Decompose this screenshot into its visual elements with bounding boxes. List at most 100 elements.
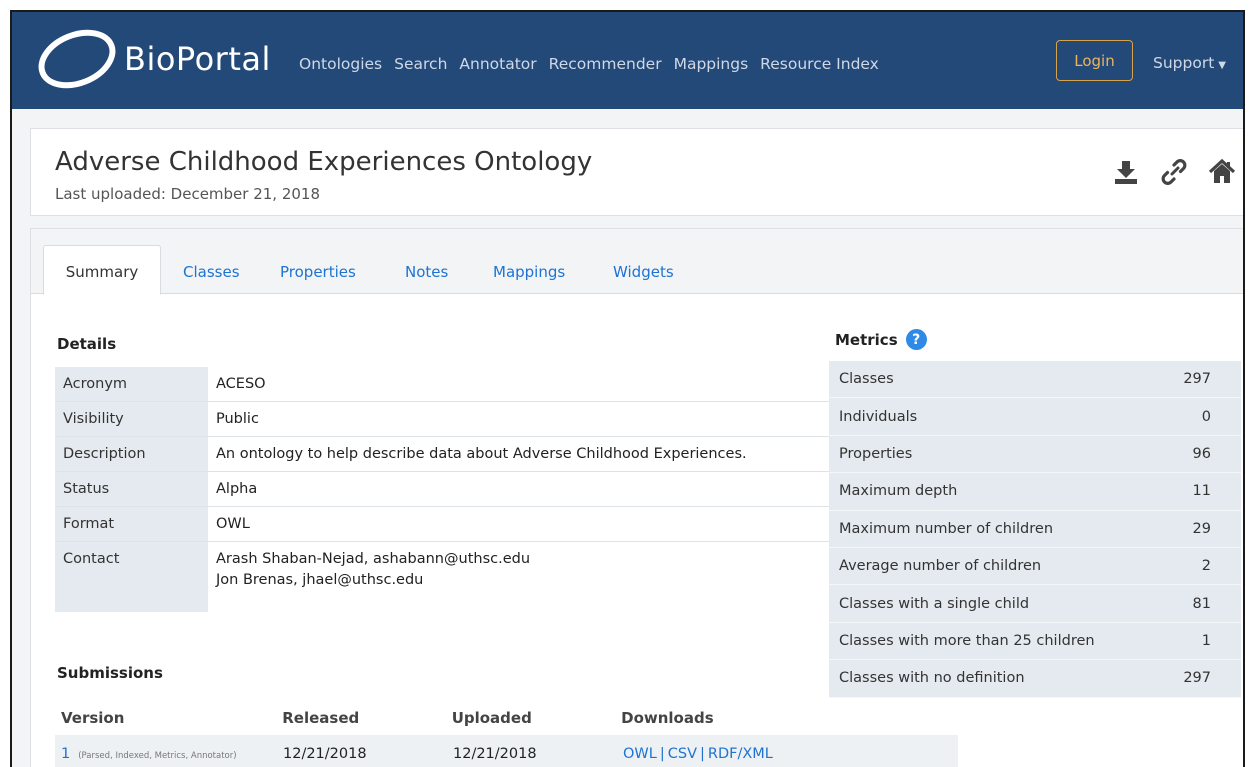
nav-annotator[interactable]: Annotator (459, 55, 536, 73)
content-panel: Summary Classes Properties Notes Mapping… (30, 228, 1243, 767)
uploaded-cell: 12/21/2018 (453, 745, 537, 762)
metric-value: 11 (1192, 483, 1211, 500)
ontology-tabs: Summary Classes Properties Notes Mapping… (31, 229, 1243, 295)
metric-value: 297 (1183, 371, 1211, 388)
details-table: Acronym ACESO Visibility Public Descript… (55, 367, 837, 612)
metric-label: Average number of children (839, 558, 1042, 575)
nav-ontologies[interactable]: Ontologies (299, 55, 382, 73)
metrics-heading-wrap: Metrics ? (835, 329, 927, 350)
metrics-heading: Metrics (835, 330, 898, 349)
tab-widgets[interactable]: Widgets (613, 263, 674, 281)
details-row: Contact Arash Shaban-Nejad, ashabann@uth… (55, 542, 837, 612)
metric-label: Classes (839, 371, 894, 388)
metrics-row: Classes 297 (829, 361, 1241, 399)
metric-value: 2 (1201, 558, 1211, 575)
tab-properties[interactable]: Properties (280, 263, 356, 281)
home-icon[interactable] (1209, 159, 1235, 185)
tab-classes[interactable]: Classes (183, 263, 240, 281)
metrics-row: Properties 96 (829, 436, 1241, 474)
nav-resource-index[interactable]: Resource Index (760, 55, 879, 73)
separator: | (699, 745, 705, 762)
col-uploaded: Uploaded (451, 709, 532, 727)
submissions-table: Version Released Uploaded Downloads 1 (Pa… (55, 701, 958, 767)
nav-mappings[interactable]: Mappings (674, 55, 749, 73)
tab-summary[interactable]: Summary (43, 245, 161, 295)
metric-value: 1 (1201, 632, 1211, 649)
submissions-header-row: Version Released Uploaded Downloads (55, 701, 955, 735)
nav-links: Ontologies Search Annotator Recommender … (299, 55, 879, 73)
link-icon[interactable] (1161, 159, 1187, 185)
bioportal-logo-icon (38, 29, 116, 89)
help-icon[interactable]: ? (905, 329, 927, 350)
details-key: Acronym (55, 367, 208, 401)
nav-search[interactable]: Search (394, 55, 447, 73)
details-value: Alpha (216, 481, 258, 497)
chevron-down-icon: ▼ (1218, 60, 1226, 71)
separator: | (659, 745, 665, 762)
details-key: Description (55, 437, 208, 471)
metric-value: 81 (1192, 595, 1211, 612)
top-navbar: BioPortal Ontologies Search Annotator Re… (12, 12, 1243, 109)
nav-recommender[interactable]: Recommender (549, 55, 662, 73)
download-rdfxml-link[interactable]: RDF/XML (708, 746, 773, 762)
metrics-row: Individuals 0 (829, 398, 1241, 436)
metric-value: 0 (1201, 408, 1211, 425)
metrics-row: Average number of children 2 (829, 548, 1241, 586)
col-released: Released (282, 709, 360, 727)
submissions-heading: Submissions (57, 664, 163, 682)
metrics-row: Classes with a single child 81 (829, 585, 1241, 623)
contact-primary: Arash Shaban-Nejad, ashabann@uthsc.edu (216, 551, 531, 567)
browser-frame: BioPortal Ontologies Search Annotator Re… (10, 10, 1245, 767)
download-owl-link[interactable]: OWL (623, 746, 657, 762)
metric-value: 29 (1192, 520, 1211, 537)
metric-label: Classes with no definition (839, 670, 1025, 687)
version-link[interactable]: 1 (61, 746, 70, 762)
details-row: Format OWL (55, 507, 837, 542)
details-value: ACESO (216, 376, 266, 392)
details-row: Description An ontology to help describe… (55, 437, 837, 472)
metric-label: Classes with a single child (839, 595, 1030, 612)
details-key: Contact (55, 542, 208, 612)
download-csv-link[interactable]: CSV (668, 746, 697, 762)
last-uploaded: Last uploaded: December 21, 2018 (55, 185, 321, 203)
released-cell: 12/21/2018 (283, 745, 367, 762)
details-key: Status (55, 472, 208, 506)
col-version: Version (61, 709, 125, 727)
metrics-row: Classes with more than 25 children 1 (829, 623, 1241, 661)
support-menu[interactable]: Support ▼ (1153, 54, 1226, 72)
metric-label: Maximum number of children (839, 520, 1054, 537)
metric-label: Properties (839, 445, 913, 462)
ontology-header: Adverse Childhood Experiences Ontology L… (30, 128, 1243, 216)
submission-status: (Parsed, Indexed, Metrics, Annotator) (78, 750, 237, 761)
details-value: OWL (216, 516, 250, 532)
details-row: Status Alpha (55, 472, 837, 507)
brand-name: BioPortal (124, 40, 271, 78)
tab-mappings[interactable]: Mappings (493, 263, 565, 281)
version-cell: 1 (Parsed, Indexed, Metrics, Annotator) (55, 746, 283, 762)
contact-secondary: Jon Brenas, jhael@uthsc.edu (216, 572, 424, 588)
metrics-table: Classes 297 Individuals 0 Properties 96 Max… (829, 361, 1241, 698)
details-value: An ontology to help describe data about … (216, 446, 747, 462)
table-row: 1 (Parsed, Indexed, Metrics, Annotator) 1… (55, 735, 958, 767)
metric-label: Classes with more than 25 children (839, 632, 1095, 649)
metrics-row: Maximum number of children 29 (829, 511, 1241, 548)
bioportal-logo[interactable]: BioPortal (34, 28, 271, 90)
download-icon[interactable] (1113, 159, 1139, 185)
metric-value: 297 (1183, 670, 1211, 687)
metric-label: Maximum depth (839, 483, 958, 500)
metrics-row: Maximum depth 11 (829, 473, 1241, 511)
details-key: Format (55, 507, 208, 541)
col-downloads: Downloads (621, 709, 714, 727)
tab-notes[interactable]: Notes (405, 263, 448, 281)
details-row: Acronym ACESO (55, 367, 837, 402)
header-actions (1113, 159, 1235, 185)
details-value: Public (216, 411, 259, 427)
login-button[interactable]: Login (1056, 40, 1133, 81)
details-heading: Details (57, 335, 117, 353)
metric-label: Individuals (839, 408, 918, 425)
metric-value: 96 (1192, 445, 1211, 462)
details-row: Visibility Public (55, 402, 837, 437)
details-value: Arash Shaban-Nejad, ashabann@uthsc.edu J… (208, 542, 837, 612)
downloads-cell: OWL | CSV | RDF/XML (623, 746, 958, 762)
metrics-row: Classes with no definition 297 (829, 660, 1241, 698)
